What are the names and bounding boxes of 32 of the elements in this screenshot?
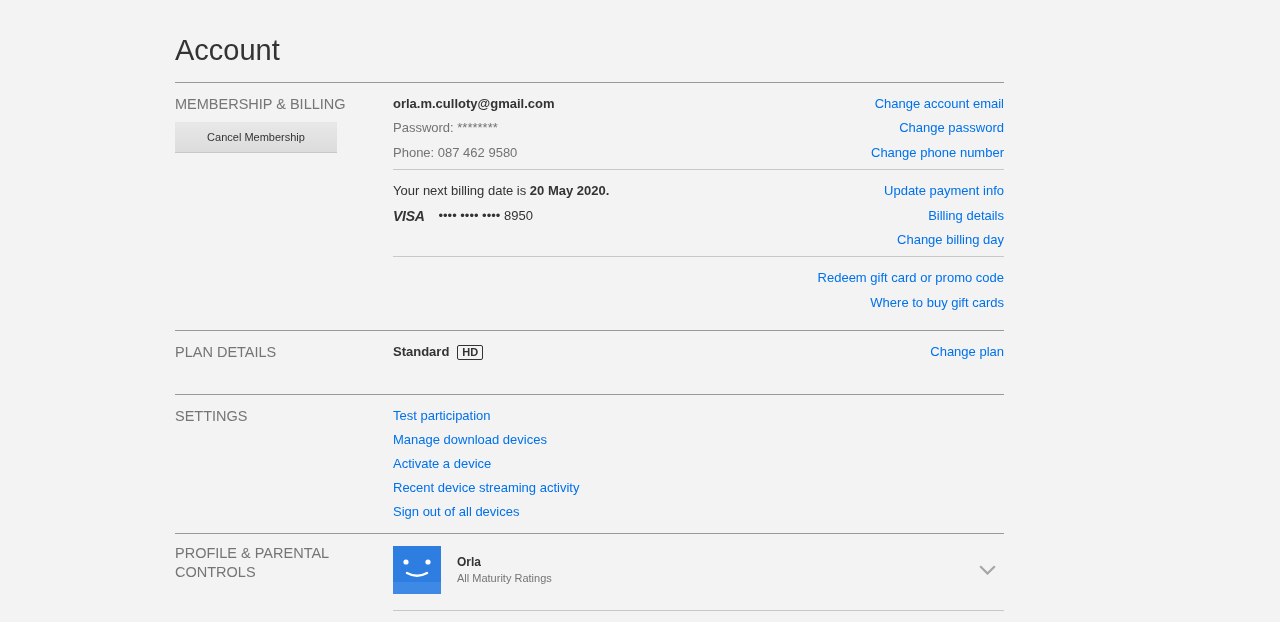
billing-date-text: Your next billing date is 20 May 2020. (393, 182, 610, 201)
action-link[interactable]: Sign out of all devices (393, 500, 520, 525)
chevron-down-icon[interactable] (979, 564, 996, 575)
action-link[interactable]: Activate a device (393, 452, 492, 477)
section-label: PROFILE & PARENTAL CONTROLS (175, 544, 329, 580)
action-link[interactable]: Test participation (393, 403, 491, 428)
card-brand-logo: VISA (393, 206, 425, 226)
action-link[interactable]: Change billing day (897, 228, 1004, 253)
action-link[interactable]: Update payment info (884, 179, 1004, 204)
smiley-avatar-icon[interactable] (393, 545, 441, 594)
section-label: PLAN DETAILS (175, 344, 277, 361)
account-detail-text: Phone: 087 462 9580 (393, 143, 518, 162)
action-link[interactable]: Where to buy gift cards (870, 290, 1004, 316)
action-link[interactable]: Recent device streaming activity (393, 476, 580, 501)
action-link[interactable]: Redeem gift card or promo code (817, 266, 1004, 291)
section-label: SETTINGS (175, 407, 248, 424)
card-number-text: •••• •••• •••• 8950 (438, 206, 533, 225)
action-link[interactable]: Manage download devices (393, 427, 547, 453)
action-link[interactable]: Change password (899, 116, 1004, 141)
maturity-rating-text: All Maturity Ratings (457, 570, 552, 586)
account-detail-text: Password: ******** (393, 119, 498, 138)
plan-name-text: Standard (393, 343, 450, 362)
quality-badge: HD (457, 344, 484, 360)
action-link[interactable]: Change account email (874, 92, 1004, 117)
page-title: Account (175, 33, 281, 68)
section-label: MEMBERSHIP & BILLING (175, 96, 346, 112)
action-link[interactable]: Billing details (928, 203, 1004, 229)
email-text: orla.m.culloty@gmail.com (393, 95, 555, 113)
action-link[interactable]: Change phone number (871, 140, 1004, 166)
profile-name: Orla (457, 553, 481, 570)
action-link[interactable]: Change plan (930, 340, 1004, 365)
cancel-membership-button[interactable]: Cancel Membership (175, 122, 337, 152)
